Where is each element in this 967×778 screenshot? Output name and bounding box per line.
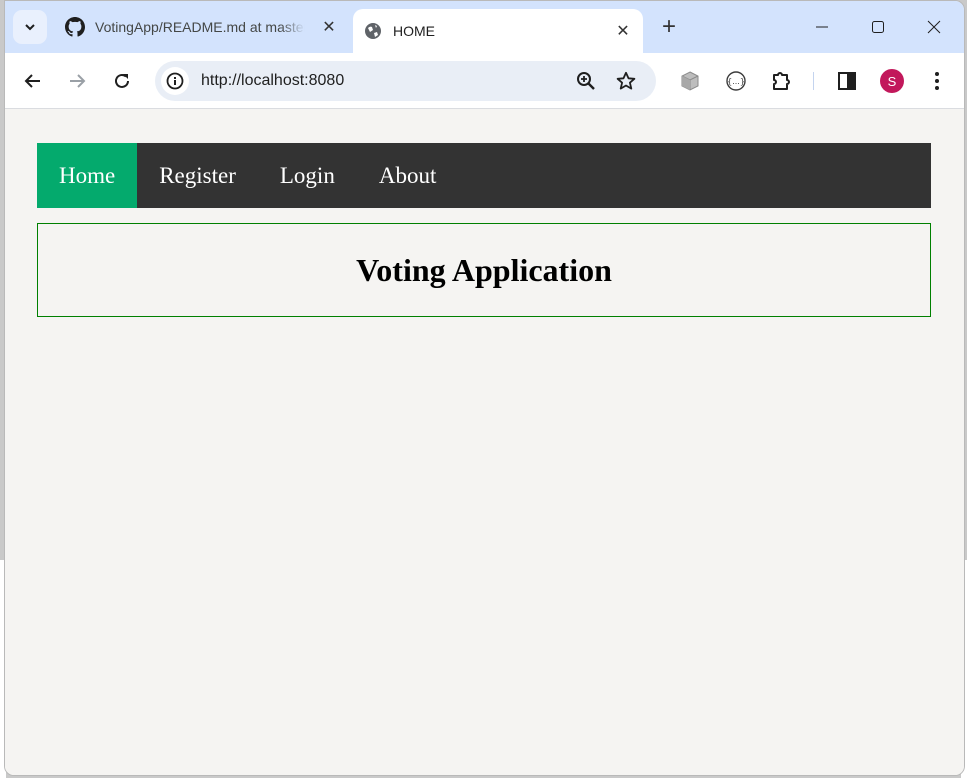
info-icon	[166, 72, 184, 90]
browser-toolbar: http://localhost:8080 {...} S	[5, 53, 964, 109]
globe-icon	[363, 21, 383, 41]
site-info-button[interactable]	[161, 67, 189, 95]
bookmark-button[interactable]	[612, 67, 640, 95]
page-content: Home Register Login About Voting Applica…	[5, 110, 964, 775]
back-button[interactable]	[15, 63, 51, 99]
puzzle-icon	[773, 72, 790, 90]
browser-window: VotingApp/README.md at master ✕ HOME ✕ +	[4, 0, 965, 776]
browser-menu-button[interactable]	[921, 65, 953, 97]
profile-button[interactable]: S	[876, 65, 908, 97]
new-tab-button[interactable]: +	[655, 13, 683, 41]
zoom-button[interactable]	[572, 67, 600, 95]
extension-devtools-button[interactable]: {...}	[720, 65, 752, 97]
url-text[interactable]: http://localhost:8080	[201, 72, 344, 90]
tab-title: VotingApp/README.md at master	[95, 19, 305, 35]
tab-search-button[interactable]	[13, 10, 47, 44]
code-braces-icon: {...}	[726, 71, 746, 91]
page-title: Voting Application	[356, 251, 612, 288]
nav-about[interactable]: About	[357, 143, 459, 208]
close-tab-icon[interactable]: ✕	[319, 17, 339, 37]
main-navbar: Home Register Login About	[37, 143, 931, 208]
minimize-button[interactable]	[799, 9, 845, 45]
side-panel-icon	[838, 72, 856, 90]
toolbar-separator	[813, 72, 814, 90]
maximize-button[interactable]	[855, 9, 901, 45]
arrow-right-icon	[70, 74, 86, 88]
reload-icon	[115, 73, 129, 88]
more-vertical-icon	[935, 72, 939, 90]
svg-text:{...}: {...}	[727, 77, 745, 86]
tab-readme[interactable]: VotingApp/README.md at master ✕	[55, 9, 349, 45]
title-box: Voting Application	[37, 223, 931, 317]
close-icon	[927, 20, 941, 34]
tab-home[interactable]: HOME ✕	[353, 9, 643, 53]
nav-register[interactable]: Register	[137, 143, 258, 208]
close-tab-icon[interactable]: ✕	[613, 21, 633, 41]
tab-strip: VotingApp/README.md at master ✕ HOME ✕ +	[5, 1, 964, 53]
forward-button[interactable]	[59, 63, 95, 99]
extensions-button[interactable]	[765, 65, 797, 97]
chevron-down-icon	[25, 24, 35, 31]
cube-icon	[681, 71, 699, 91]
minimize-icon	[816, 26, 828, 28]
close-window-button[interactable]	[911, 9, 957, 45]
arrow-left-icon	[24, 74, 40, 88]
nav-home[interactable]: Home	[37, 143, 138, 208]
reload-button[interactable]	[104, 63, 140, 99]
address-bar[interactable]: http://localhost:8080	[155, 61, 656, 101]
nav-login[interactable]: Login	[258, 143, 357, 208]
side-panel-button[interactable]	[831, 65, 863, 97]
star-icon	[616, 71, 636, 90]
zoom-in-icon	[577, 72, 595, 90]
github-icon	[65, 17, 85, 37]
tab-title: HOME	[393, 23, 435, 39]
extension-cube-button[interactable]	[674, 65, 706, 97]
maximize-icon	[872, 21, 884, 33]
avatar: S	[880, 69, 904, 93]
